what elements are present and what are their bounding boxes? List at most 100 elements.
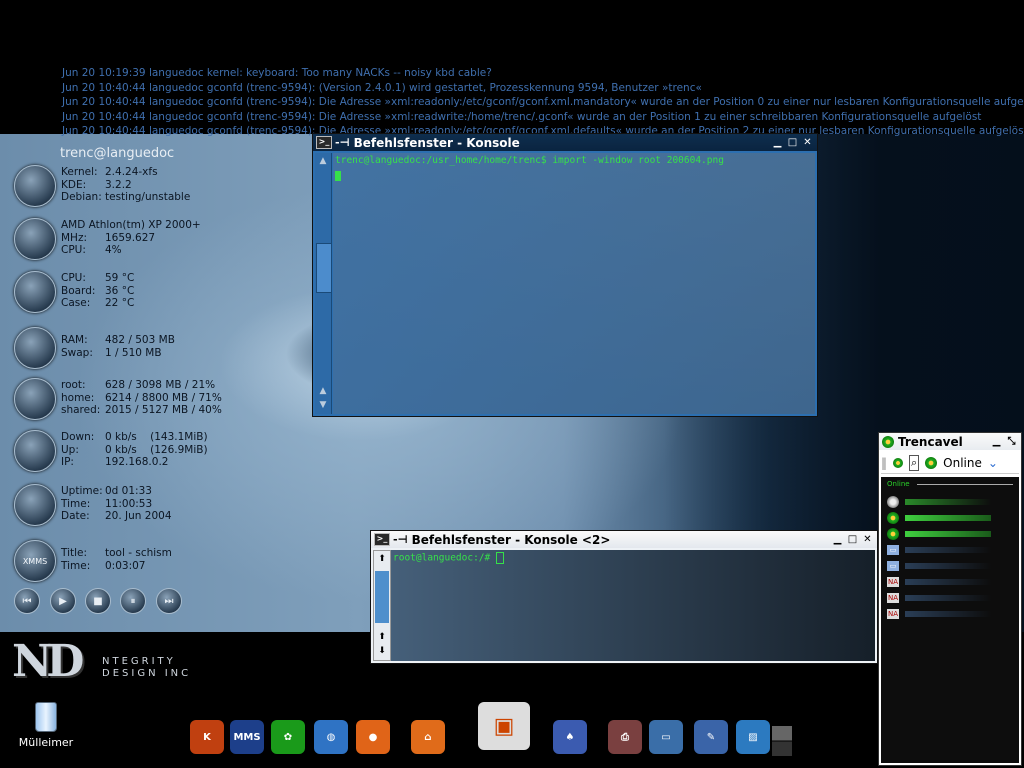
sysinfo-value: 628 / 3098 MB / 21% bbox=[105, 379, 216, 391]
scroll-down-icon[interactable]: ⬇ bbox=[375, 645, 389, 658]
home-icon[interactable]: ⌂ bbox=[411, 720, 445, 754]
contact-item[interactable]: ▭ bbox=[887, 559, 991, 573]
konsole-2-titlebar[interactable]: >_ -⊣ Befehlsfenster - Konsole <2> ▁ □ ✕ bbox=[371, 531, 877, 548]
trash-desktop-icon[interactable]: Mülleimer bbox=[14, 702, 78, 749]
pause-icon[interactable]: ⏸ bbox=[120, 588, 146, 614]
firefox-icon[interactable]: ● bbox=[356, 720, 390, 754]
editor-icon[interactable]: ✎ bbox=[694, 720, 728, 754]
status-dropdown-icon[interactable]: ⌄ bbox=[988, 456, 998, 470]
close-button[interactable]: ✕ bbox=[801, 137, 814, 149]
konsole-1-scrollbar[interactable]: ▲ ▲ ▼ bbox=[315, 153, 332, 414]
contact-item[interactable]: ▭ bbox=[887, 543, 991, 557]
terminal-icon[interactable]: >_ bbox=[316, 136, 332, 149]
sysinfo-value: 0 kb/s (126.9MiB) bbox=[105, 443, 208, 456]
konsole-2-scrollbar[interactable]: ⬆ ⬆ ⬇ bbox=[373, 550, 391, 661]
kde-icon[interactable]: K bbox=[190, 720, 224, 754]
sysinfo-value: 1 / 510 MB bbox=[105, 346, 162, 359]
sysinfo-value: 6214 / 8800 MB / 71% bbox=[105, 391, 222, 404]
sysinfo-key: KDE: bbox=[61, 178, 87, 191]
icq-status-icon[interactable] bbox=[925, 457, 938, 469]
contact-item[interactable] bbox=[887, 495, 991, 509]
sysinfo-key: IP: bbox=[61, 456, 74, 468]
contact-item[interactable]: NA bbox=[887, 607, 991, 621]
search-icon[interactable]: ⌕ bbox=[909, 455, 920, 471]
sysinfo-row: home: 6214 / 8800 MB / 71% bbox=[61, 392, 222, 405]
sysinfo-key: Date: bbox=[61, 510, 90, 522]
monitor-icon[interactable]: ▭ bbox=[649, 720, 683, 754]
kopete-window[interactable]: Trencavel ▁ ⤡ ‖ ⌕ Online ⌄ Online ▭ ▭ NA… bbox=[878, 432, 1022, 766]
scrollbar-thumb[interactable] bbox=[375, 571, 389, 623]
scroll-up-icon[interactable]: ⬆ bbox=[375, 553, 389, 566]
sysinfo-key: Debian: bbox=[61, 191, 102, 203]
minimize-button[interactable]: ▁ bbox=[831, 534, 844, 546]
contact-list[interactable]: Online ▭ ▭ NA NA NA bbox=[881, 477, 1019, 763]
contact-name bbox=[905, 547, 991, 553]
konsole-window-1[interactable]: >_ -⊣ Befehlsfenster - Konsole ▁ □ ✕ ▲ ▲… bbox=[312, 133, 818, 417]
maximize-button[interactable]: □ bbox=[846, 534, 859, 546]
contact-online-icon bbox=[887, 512, 899, 524]
network-icon bbox=[14, 430, 56, 472]
next-icon[interactable]: ⏭ bbox=[156, 588, 182, 614]
sysinfo-key: Time: bbox=[61, 559, 91, 572]
sysinfo-key: Up: bbox=[61, 443, 79, 456]
stop-icon[interactable]: ■ bbox=[85, 588, 111, 614]
contact-item[interactable] bbox=[887, 527, 991, 541]
close-button[interactable]: ⤡ bbox=[1005, 436, 1018, 448]
close-button[interactable]: ✕ bbox=[861, 534, 874, 546]
log-line: Jun 20 10:19:39 languedoc kernel: keyboa… bbox=[62, 67, 492, 79]
icq-flower-icon[interactable] bbox=[893, 458, 903, 468]
clock-icon bbox=[14, 484, 56, 526]
pin-icon[interactable]: -⊣ bbox=[335, 136, 350, 149]
contact-item[interactable] bbox=[887, 511, 991, 525]
previous-icon[interactable]: ⏮ bbox=[14, 588, 40, 614]
sysinfo-value: 2.4.24-xfs bbox=[105, 166, 158, 178]
konsole-1-terminal[interactable]: trenc@languedoc:/usr_home/home/trenc$ im… bbox=[333, 153, 815, 414]
sysinfo-row: shared: 2015 / 5127 MB / 40% bbox=[61, 404, 222, 417]
group-divider bbox=[917, 484, 1013, 485]
sysinfo-value: 192.168.0.2 bbox=[105, 456, 169, 468]
status-label[interactable]: Online bbox=[943, 456, 982, 470]
pager-icon[interactable] bbox=[772, 726, 792, 756]
icq-icon[interactable]: ✿ bbox=[271, 720, 305, 754]
sysinfo-row: Debian: testing/unstable bbox=[61, 191, 190, 204]
konsole-shell-icon[interactable]: ▣ bbox=[478, 702, 530, 750]
sysinfo-row: CPU: 59 °C bbox=[61, 272, 134, 285]
scroll-up-arrow-icon[interactable]: ⬆ bbox=[375, 631, 389, 644]
pin-icon[interactable]: -⊣ bbox=[393, 533, 408, 546]
contact-item[interactable]: NA bbox=[887, 591, 991, 605]
mms-icon[interactable]: MMS bbox=[230, 720, 264, 754]
terminal-icon[interactable]: >_ bbox=[374, 533, 390, 546]
sysinfo-row: Uptime: 0d 01:33 bbox=[61, 485, 172, 498]
scroll-up-icon[interactable]: ▲ bbox=[316, 155, 330, 168]
minimize-button[interactable]: ▁ bbox=[990, 436, 1003, 448]
printer-icon[interactable]: ⎙ bbox=[608, 720, 642, 754]
konsole-1-titlebar[interactable]: >_ -⊣ Befehlsfenster - Konsole ▁ □ ✕ bbox=[313, 134, 817, 151]
scrollbar-thumb[interactable] bbox=[316, 243, 332, 293]
contact-offline-icon: ▭ bbox=[887, 561, 899, 571]
konsole-window-2[interactable]: >_ -⊣ Befehlsfenster - Konsole <2> ▁ □ ✕… bbox=[370, 530, 878, 664]
log-line: Jun 20 10:40:44 languedoc gconfd (trenc-… bbox=[62, 81, 702, 94]
sysinfo-key: CPU: bbox=[61, 272, 86, 284]
image-viewer-icon[interactable]: ▨ bbox=[736, 720, 770, 754]
scroll-down-icon[interactable]: ▼ bbox=[316, 399, 330, 412]
sysinfo-key: Swap: bbox=[61, 346, 93, 359]
browser-globe-icon[interactable]: ◍ bbox=[314, 720, 348, 754]
play-icon[interactable]: ▶ bbox=[50, 588, 76, 614]
konsole-2-terminal[interactable]: root@languedoc:/# bbox=[391, 550, 875, 661]
kopete-titlebar[interactable]: Trencavel ▁ ⤡ bbox=[879, 433, 1021, 450]
contact-na-icon: NA bbox=[887, 593, 899, 603]
group-label[interactable]: Online bbox=[887, 480, 910, 488]
sysinfo-key: Kernel: bbox=[61, 166, 98, 178]
scroll-up-arrow-icon[interactable]: ▲ bbox=[316, 385, 330, 398]
sysinfo-key: Down: bbox=[61, 431, 95, 443]
contact-item[interactable]: NA bbox=[887, 575, 991, 589]
integrity-design-logo: ND NTEGRITY DESIGN INC bbox=[12, 636, 192, 687]
minimize-button[interactable]: ▁ bbox=[771, 137, 784, 149]
cards-icon[interactable]: ♠ bbox=[553, 720, 587, 754]
contact-name bbox=[905, 531, 991, 537]
sysinfo-key: home: bbox=[61, 391, 95, 404]
maximize-button[interactable]: □ bbox=[786, 137, 799, 149]
tux-icon bbox=[14, 165, 56, 207]
sysinfo-key: AMD Athlon(tm) XP 2000+ bbox=[61, 219, 201, 231]
toolbar-handle-icon[interactable]: ‖ bbox=[881, 456, 887, 470]
